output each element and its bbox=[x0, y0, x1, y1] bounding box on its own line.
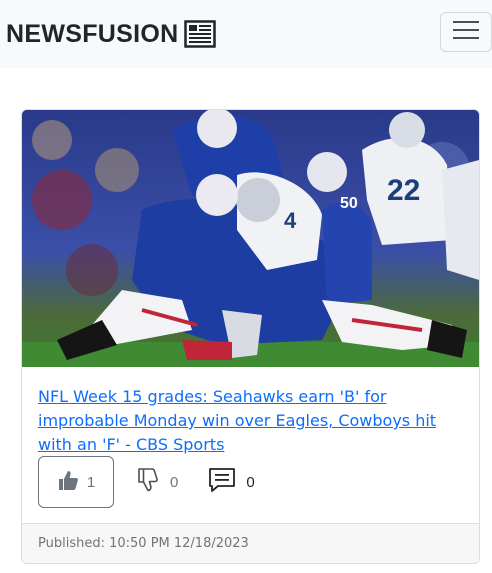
svg-text:4: 4 bbox=[284, 208, 297, 233]
comment-count: 0 bbox=[246, 473, 255, 491]
article-headline-link[interactable]: NFL Week 15 grades: Seahawks earn 'B' fo… bbox=[38, 385, 458, 457]
like-count: 1 bbox=[86, 473, 96, 491]
thumbs-up-icon bbox=[57, 469, 79, 495]
published-timestamp: Published: 10:50 PM 12/18/2023 bbox=[38, 536, 249, 551]
navbar-toggler-button[interactable] bbox=[440, 12, 492, 52]
like-button[interactable]: 1 bbox=[38, 456, 114, 508]
dislike-button[interactable]: 0 bbox=[136, 456, 178, 508]
thumbs-down-icon bbox=[136, 467, 160, 497]
hamburger-menu-icon bbox=[453, 20, 479, 45]
comment-icon bbox=[208, 467, 236, 497]
newspaper-icon bbox=[184, 19, 217, 49]
card-body: NFL Week 15 grades: Seahawks earn 'B' fo… bbox=[22, 367, 479, 523]
svg-text:22: 22 bbox=[387, 174, 420, 207]
navbar: NEWSFUSION bbox=[0, 0, 492, 68]
dislike-count: 0 bbox=[170, 473, 179, 491]
brand-link[interactable]: NEWSFUSION bbox=[6, 17, 217, 51]
comment-button[interactable]: 0 bbox=[208, 456, 255, 508]
svg-text:50: 50 bbox=[340, 195, 358, 212]
card-footer: Published: 10:50 PM 12/18/2023 bbox=[22, 523, 479, 563]
news-card: 22 4 50 NFL Week 15 grades: Seahawks ear… bbox=[21, 109, 480, 564]
article-actions: 1 0 0 bbox=[38, 456, 255, 508]
brand-name: NEWSFUSION bbox=[6, 19, 179, 48]
article-image[interactable]: 22 4 50 bbox=[22, 110, 479, 367]
